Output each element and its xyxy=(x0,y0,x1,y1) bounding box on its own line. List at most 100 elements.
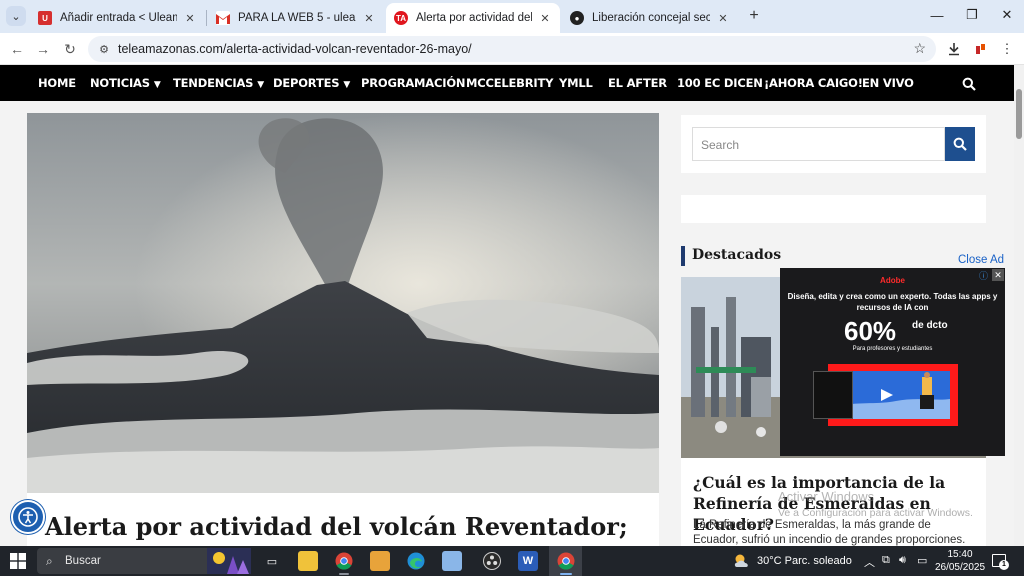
adobe-ad[interactable]: ⓘ ✕ Adobe Diseña, edita y crea como un e… xyxy=(780,268,1005,456)
nav-label: TENDENCIAS xyxy=(173,76,254,90)
teleamazonas-favicon-icon: TA xyxy=(394,11,408,25)
tab-separator xyxy=(206,10,207,26)
nav-noticias[interactable]: NOTICIAS ▼ xyxy=(90,76,161,90)
file-explorer-icon[interactable] xyxy=(298,551,318,571)
url-text[interactable]: teleamazonas.com/alerta-actividad-volcan… xyxy=(118,42,472,56)
scrollbar-thumb[interactable] xyxy=(1016,89,1022,139)
ad-discount-suffix: de dcto xyxy=(912,320,948,331)
reload-button[interactable]: ↻ xyxy=(59,38,81,60)
accessibility-button[interactable] xyxy=(11,500,45,534)
windows-activate-watermark: Activar Windows xyxy=(778,489,875,504)
nav-tendencias[interactable]: TENDENCIAS ▼ xyxy=(173,76,264,90)
news-favicon-icon: ● xyxy=(570,11,584,25)
nav-deportes[interactable]: DEPORTES ▼ xyxy=(273,76,350,90)
article-title: Alerta por actividad del volcán Reventad… xyxy=(45,512,628,541)
clock-time[interactable]: 15:40 xyxy=(936,549,984,560)
site-info-icon[interactable]: ⚙ xyxy=(96,41,112,57)
display-icon[interactable]: ⧉ xyxy=(882,554,890,567)
media-app-icon[interactable] xyxy=(370,551,390,571)
tab-uleam[interactable]: U Añadir entrada < Uleam Radio | ✕ xyxy=(30,3,205,33)
chrome-active-icon[interactable] xyxy=(556,551,576,571)
nav-home[interactable]: HOME xyxy=(38,76,76,90)
ad-artwork xyxy=(836,371,950,419)
article-hero-image xyxy=(27,113,659,493)
weather-text[interactable]: 30°C Parc. soleado xyxy=(757,555,852,567)
featured-excerpt: La Refinería de Esmeraldas, la más grand… xyxy=(693,519,966,546)
back-button[interactable]: ← xyxy=(6,38,28,60)
store-app-icon[interactable] xyxy=(442,551,462,571)
tab-title: Añadir entrada < Uleam Radio | xyxy=(60,12,177,24)
tab-close-icon[interactable]: ✕ xyxy=(183,12,197,25)
site-nav: HOME NOTICIAS ▼ TENDENCIAS ▼ DEPORTES ▼ PRO… xyxy=(0,65,1014,101)
tab-close-icon[interactable]: ✕ xyxy=(362,12,376,25)
taskbar-search[interactable]: ⌕ Buscar xyxy=(37,548,251,574)
tab-teleamazonas[interactable]: TA Alerta por actividad del volcán R ✕ xyxy=(386,3,560,33)
active-indicator xyxy=(560,573,572,575)
nav-label: YMLL xyxy=(559,76,593,90)
search-input[interactable]: Search xyxy=(692,127,945,161)
tab-title: Alerta por actividad del volcán R xyxy=(416,12,532,24)
caret-down-icon: ▼ xyxy=(257,80,264,90)
running-indicator xyxy=(339,573,349,575)
ad-subline: Para profesores y estudiantes xyxy=(852,346,933,352)
caret-down-icon: ▼ xyxy=(343,80,351,90)
nav-mccelebrity[interactable]: MCCELEBRITY xyxy=(466,76,553,90)
windows-activate-hint: Ve a Configuración para activar Windows. xyxy=(778,507,973,519)
restore-button[interactable]: ❐ xyxy=(955,0,989,30)
ad-headline: Diseña, edita y crea como un experto. To… xyxy=(787,292,998,312)
nav-label: PROGRAMACIÓN xyxy=(361,76,466,90)
search-button[interactable] xyxy=(945,127,975,161)
search-highlight-icon xyxy=(207,548,251,574)
battery-icon[interactable]: ▭ xyxy=(917,554,927,567)
tab-close-icon[interactable]: ✕ xyxy=(716,12,730,25)
nav-en-vivo[interactable]: EN VIVO xyxy=(862,76,914,90)
tab-close-icon[interactable]: ✕ xyxy=(538,12,552,25)
chevron-up-icon[interactable]: ︿ xyxy=(864,554,875,570)
menu-kebab-icon[interactable]: ⋮ xyxy=(996,38,1018,60)
nav-ymll[interactable]: YMLL xyxy=(559,76,593,90)
nav-label: HOME xyxy=(38,76,76,90)
browser-window: ⌄ U Añadir entrada < Uleam Radio | ✕ PAR… xyxy=(0,0,1024,576)
notification-badge: 1 xyxy=(999,560,1009,570)
nav-el-after[interactable]: EL AFTER xyxy=(608,76,667,90)
word-icon[interactable]: W xyxy=(518,551,538,571)
ad-brand: Adobe xyxy=(880,276,905,285)
close-ad-link[interactable]: Close Ad xyxy=(958,254,1004,266)
minimize-button[interactable]: — xyxy=(920,0,954,30)
nav-100-ec-dicen[interactable]: 100 EC DICEN xyxy=(677,76,763,90)
clock-date[interactable]: 26/05/2025 xyxy=(932,562,988,573)
download-icon[interactable] xyxy=(943,38,965,60)
forward-button[interactable]: → xyxy=(32,38,54,60)
windows-start-icon[interactable] xyxy=(10,553,26,569)
search-icon[interactable] xyxy=(962,77,976,91)
tab-search-button[interactable]: ⌄ xyxy=(6,6,26,26)
weather-partly-sunny-icon[interactable] xyxy=(733,553,750,569)
edge-icon[interactable] xyxy=(406,551,426,571)
nav-ahora-caigo[interactable]: ¡AHORA CAIGO! xyxy=(764,76,863,90)
tab-liberacion[interactable]: ● Liberación concejal secuestrada ✕ xyxy=(562,3,738,33)
address-bar[interactable]: ⚙ teleamazonas.com/alerta-actividad-volc… xyxy=(88,36,936,62)
bookmark-star-icon[interactable]: ☆ xyxy=(913,40,926,57)
accessibility-icon xyxy=(18,507,38,527)
nav-label: NOTICIAS xyxy=(90,76,150,90)
section-accent-bar xyxy=(681,246,685,266)
caret-down-icon: ▼ xyxy=(153,80,161,90)
nav-label: 100 EC DICEN xyxy=(677,76,763,90)
search-icon xyxy=(953,137,967,151)
ad-ui-panel xyxy=(813,371,853,419)
nav-label: ¡AHORA CAIGO! xyxy=(764,76,863,90)
obs-icon[interactable] xyxy=(482,551,502,571)
extension-icon[interactable] xyxy=(970,38,992,60)
close-window-button[interactable]: ✕ xyxy=(990,0,1024,30)
volume-icon[interactable]: 🔊︎ xyxy=(899,554,906,567)
new-tab-button[interactable]: + xyxy=(745,7,763,25)
task-view-icon[interactable]: ▭ xyxy=(262,551,282,571)
ad-discount: 60% xyxy=(844,316,897,346)
tab-gmail[interactable]: PARA LA WEB 5 - uleamradionl ✕ xyxy=(208,3,384,33)
tab-title: PARA LA WEB 5 - uleamradionl xyxy=(238,12,356,24)
page-scrollbar[interactable] xyxy=(1014,65,1024,546)
nav-programacion[interactable]: PROGRAMACIÓN xyxy=(361,76,466,90)
taskbar-search-placeholder: Buscar xyxy=(65,555,101,567)
chrome-icon[interactable] xyxy=(334,551,354,571)
nav-label: EN VIVO xyxy=(862,76,914,90)
